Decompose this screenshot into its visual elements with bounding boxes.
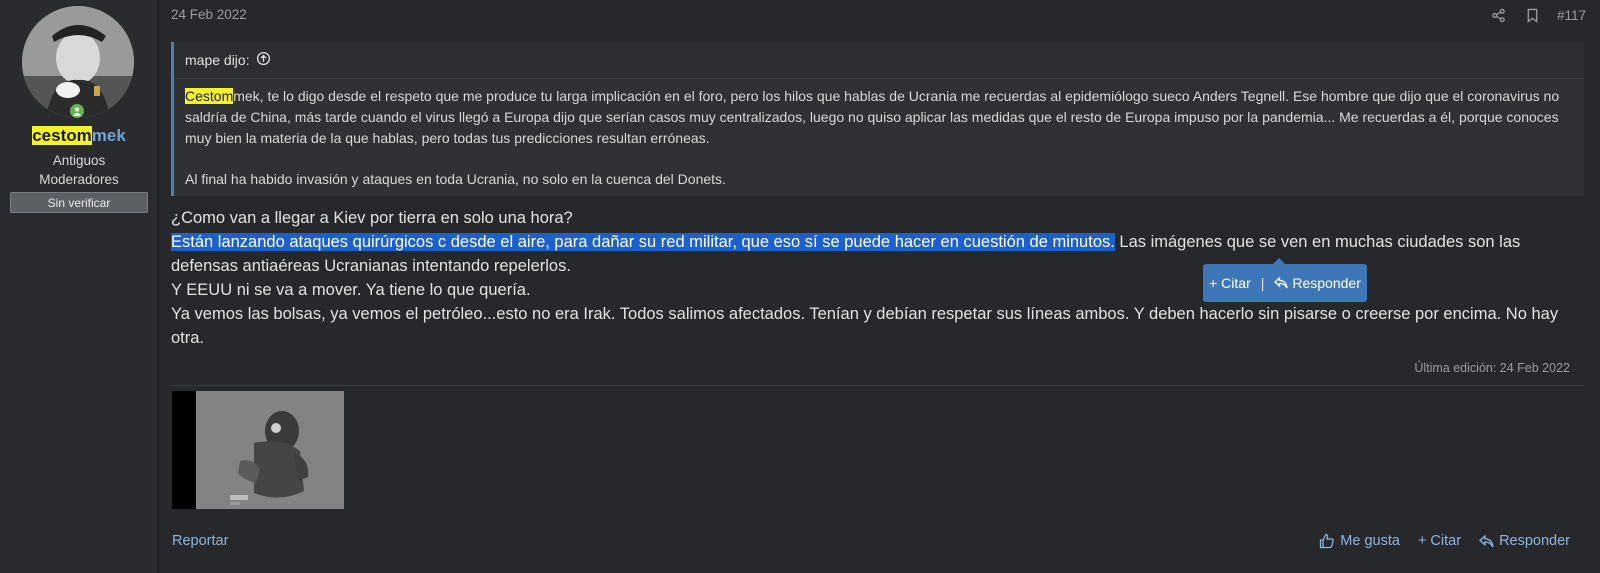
post-footer-actions: Me gusta + Citar Responder: [1319, 533, 1570, 549]
divider: [171, 385, 1584, 386]
reply-button[interactable]: Responder: [1479, 533, 1570, 549]
quote-body: Cestommek, te lo digo desde el respeto q…: [174, 79, 1584, 190]
selected-text[interactable]: Están lanzando ataques quirúrgicos c des…: [171, 233, 1115, 251]
quote-block: mape dijo: Cestommek, te lo digo desde e…: [171, 42, 1584, 196]
user-title-line2: Moderadores: [39, 172, 119, 187]
quote-paragraph-2: Al final ha habido invasión y ataques en…: [185, 171, 726, 187]
post-number[interactable]: #117: [1557, 8, 1586, 23]
user-title: Antiguos Moderadores: [0, 151, 158, 189]
popup-separator: |: [1260, 275, 1265, 291]
quote-header[interactable]: mape dijo:: [174, 42, 1584, 79]
post-top-actions: #117: [1489, 4, 1586, 26]
selection-popup: + Citar | Responder: [1203, 258, 1367, 302]
reply-icon: [1274, 277, 1289, 289]
user-banner: Sin verificar: [10, 192, 148, 213]
attachment-image: [172, 391, 344, 509]
username-highlight: cestom: [32, 126, 92, 145]
report-link[interactable]: Reportar: [172, 533, 228, 549]
quote-button[interactable]: + Citar: [1418, 533, 1461, 549]
attachment-thumbnail[interactable]: [172, 391, 344, 509]
like-label: Me gusta: [1340, 533, 1400, 549]
popup-reply-button[interactable]: Responder: [1274, 275, 1361, 291]
bookmark-icon[interactable]: [1523, 4, 1543, 26]
message-line-4: Ya vemos las bolsas, ya vemos el petróle…: [171, 305, 1559, 347]
user-title-line1: Antiguos: [52, 153, 106, 168]
quote-paragraph-1: Cestommek, te lo digo desde el respeto q…: [185, 86, 1573, 149]
share-icon[interactable]: [1489, 4, 1509, 26]
message-line-1: ¿Como van a llegar a Kiev por tierra en …: [171, 209, 573, 227]
reply-label: Responder: [1499, 533, 1570, 549]
quote-author: mape dijo:: [185, 52, 250, 68]
username[interactable]: cestommek: [0, 126, 158, 146]
like-button[interactable]: Me gusta: [1319, 533, 1400, 549]
username-rest: mek: [91, 126, 126, 145]
quote-highlight: Cestom: [185, 88, 234, 104]
quote-paragraph-1-text: mek, te lo digo desde el respeto que me …: [185, 88, 1560, 146]
popup-reply-label: Responder: [1292, 275, 1361, 291]
reply-icon: [1479, 534, 1494, 547]
arrow-up-circle-icon[interactable]: [256, 51, 271, 69]
last-edited: Última edición: 24 Feb 2022: [1414, 361, 1570, 375]
user-info-panel: cestommek Antiguos Moderadores Sin verif…: [0, 0, 158, 573]
post-date[interactable]: 24 Feb 2022: [171, 7, 247, 22]
popup-quote-button[interactable]: + Citar: [1209, 275, 1251, 291]
post-container: 24 Feb 2022 #117 mape dijo: Cestommek, t…: [159, 0, 1600, 573]
online-status-icon: [68, 102, 86, 120]
thumbs-up-icon: [1320, 533, 1335, 549]
